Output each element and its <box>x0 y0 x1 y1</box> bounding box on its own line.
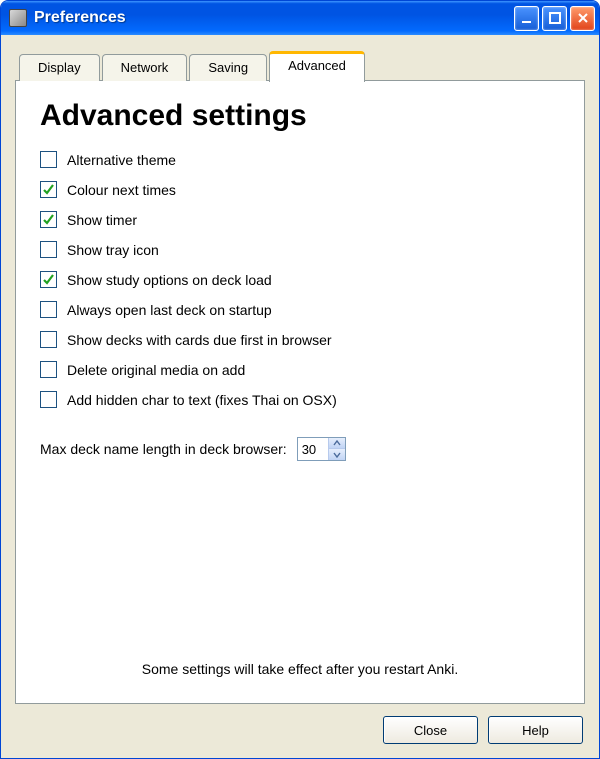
minimize-icon <box>520 11 534 25</box>
close-button[interactable]: Close <box>383 716 478 744</box>
option-checkbox[interactable] <box>40 271 57 288</box>
close-window-button[interactable] <box>570 6 595 31</box>
option-label[interactable]: Show tray icon <box>67 242 159 258</box>
option-checkbox[interactable] <box>40 241 57 258</box>
option-row: Add hidden char to text (fixes Thai on O… <box>40 391 560 408</box>
dialog-button-bar: Close Help <box>15 704 585 744</box>
option-row: Show study options on deck load <box>40 271 560 288</box>
option-label[interactable]: Show study options on deck load <box>67 272 272 288</box>
chevron-up-icon <box>333 440 341 446</box>
option-row: Colour next times <box>40 181 560 198</box>
option-row: Always open last deck on startup <box>40 301 560 318</box>
chevron-down-icon <box>333 452 341 458</box>
option-checkbox[interactable] <box>40 391 57 408</box>
spin-buttons <box>328 438 345 460</box>
tab-display[interactable]: Display <box>19 54 100 81</box>
app-icon <box>9 9 27 27</box>
option-checkbox[interactable] <box>40 361 57 378</box>
option-label[interactable]: Show timer <box>67 212 137 228</box>
check-icon <box>42 213 55 226</box>
restart-note: Some settings will take effect after you… <box>40 661 560 677</box>
maximize-icon <box>548 11 562 25</box>
window-controls <box>514 6 595 31</box>
help-button[interactable]: Help <box>488 716 583 744</box>
minimize-button[interactable] <box>514 6 539 31</box>
max-deck-name-spinbox[interactable] <box>297 437 346 461</box>
option-checkbox[interactable] <box>40 301 57 318</box>
option-label[interactable]: Alternative theme <box>67 152 176 168</box>
tab-strip: Display Network Saving Advanced <box>19 51 585 81</box>
content-area: Display Network Saving Advanced Advanced… <box>1 35 599 758</box>
close-icon <box>576 11 590 25</box>
tab-network[interactable]: Network <box>102 54 188 81</box>
option-row: Delete original media on add <box>40 361 560 378</box>
option-checkbox[interactable] <box>40 151 57 168</box>
option-label[interactable]: Always open last deck on startup <box>67 302 272 318</box>
option-checkbox[interactable] <box>40 211 57 228</box>
tab-advanced[interactable]: Advanced <box>269 51 365 82</box>
spin-down-button[interactable] <box>328 449 345 460</box>
option-row: Show timer <box>40 211 560 228</box>
title-bar: Preferences <box>1 1 599 35</box>
check-icon <box>42 273 55 286</box>
max-deck-name-row: Max deck name length in deck browser: <box>40 437 560 461</box>
option-label[interactable]: Add hidden char to text (fixes Thai on O… <box>67 392 337 408</box>
option-row: Alternative theme <box>40 151 560 168</box>
option-row: Show tray icon <box>40 241 560 258</box>
preferences-window: Preferences Display Network Saving Advan… <box>0 0 600 759</box>
window-title: Preferences <box>34 9 514 27</box>
max-deck-name-label: Max deck name length in deck browser: <box>40 441 287 457</box>
max-deck-name-input[interactable] <box>298 438 328 460</box>
page-heading: Advanced settings <box>40 99 560 133</box>
option-label[interactable]: Show decks with cards due first in brows… <box>67 332 332 348</box>
option-checkbox[interactable] <box>40 181 57 198</box>
option-label[interactable]: Delete original media on add <box>67 362 245 378</box>
option-row: Show decks with cards due first in brows… <box>40 331 560 348</box>
spin-up-button[interactable] <box>328 438 345 449</box>
tab-saving[interactable]: Saving <box>189 54 267 81</box>
option-checkbox[interactable] <box>40 331 57 348</box>
maximize-button[interactable] <box>542 6 567 31</box>
option-label[interactable]: Colour next times <box>67 182 176 198</box>
tab-panel-advanced: Advanced settings Alternative theme Colou… <box>15 80 585 704</box>
check-icon <box>42 183 55 196</box>
